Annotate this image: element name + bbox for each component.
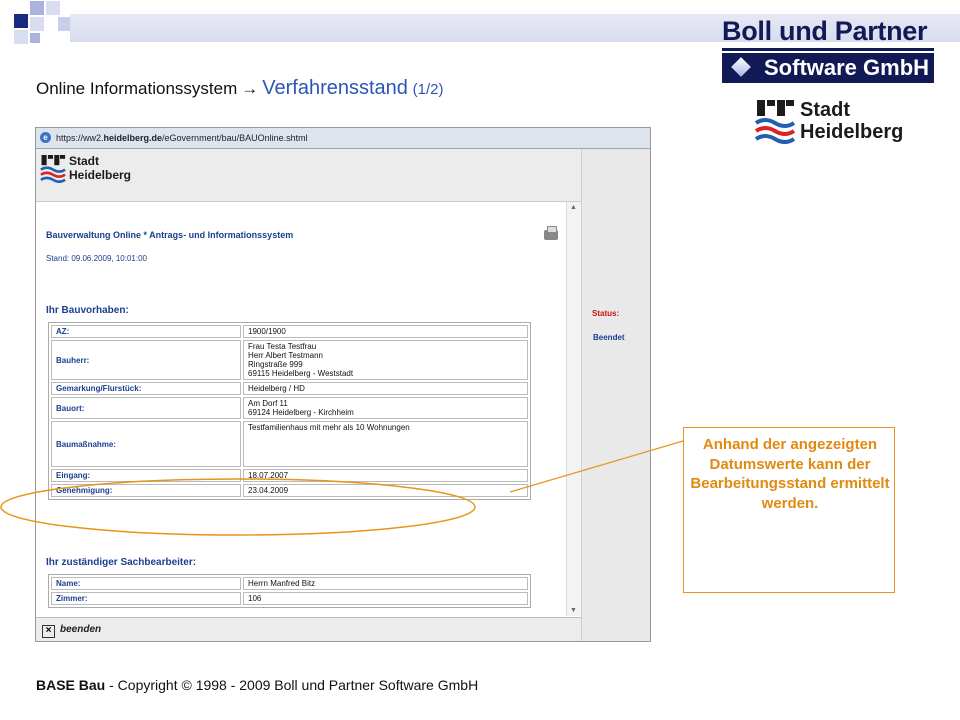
page-content: Bauverwaltung Online * Antrags- und Info… [36,202,566,616]
brand-rule [722,48,934,51]
table-row: Name: Herrn Manfred Bitz [51,577,528,590]
footer-rest: - Copyright © 1998 - 2009 Boll und Partn… [105,677,479,693]
slide-title: Online Informationssystem → Verfahrensstan… [36,77,443,100]
section-bauvorhaben: Ihr Bauvorhaben: [46,305,129,316]
brand-subbox: Software GmbH [722,53,934,83]
title-main: Online Informationssystem [36,79,238,98]
page-header: Stadt Heidelberg [36,149,581,202]
table-row: Baumaßnahme: Testfamilienhaus mit mehr al… [51,421,528,467]
city-emblem-icon [40,155,66,183]
close-button[interactable]: beenden [60,624,101,635]
decor-square-3 [46,1,60,15]
city-logo-line2: Heidelberg [800,121,904,143]
scrollbar[interactable]: ▲ ▼ [566,202,581,616]
page-logo-line1: Stadt [69,154,99,168]
row-value: Frau Testa Testfrau Herr Albert Testmann R… [243,340,528,380]
footer-product: BASE Bau [36,677,106,693]
title-sub: Verfahrensstand [262,77,408,99]
page-logo-line2: Heidelberg [69,168,132,182]
callout-box: Anhand der angezeigten Datumswerte kann … [683,427,895,593]
printer-icon[interactable] [544,226,558,240]
callout-text: Anhand der angezeigten Datumswerte kann … [690,436,890,512]
city-logo: Stadt Heidelberg [755,98,903,146]
table-row: Eingang: 18.07.2007 [51,469,528,482]
brand-name: Boll und Partner [722,16,928,46]
row-value: 1900/1900 [243,325,528,338]
row-label: AZ: [51,325,241,338]
row-label: Name: [51,577,241,590]
status-label: Status: [592,309,620,318]
row-label: Zimmer: [51,592,241,605]
row-value: Herrn Manfred Bitz [243,577,528,590]
title-page: (1/2) [412,81,444,98]
close-bar: × beenden [36,617,581,641]
row-label: Genehmigung: [51,484,241,497]
decor-square-6 [30,33,40,43]
row-value: Heidelberg / HD [243,382,528,395]
table-row: Genehmigung: 23.04.2009 [51,484,528,497]
city-logo-line1: Stadt [800,99,850,121]
url-text[interactable]: https://ww2.heidelberg.de/eGovernment/ba… [56,133,308,143]
table-row: Gemarkung/Flurstück: Heidelberg / HD [51,382,528,395]
close-icon[interactable]: × [42,625,55,638]
footer-copyright: BASE Bau - Copyright © 1998 - 2009 Boll … [36,677,478,693]
row-label: Baumaßnahme: [51,421,241,467]
city-emblem-icon [755,100,795,144]
diamond-icon [731,57,751,77]
row-value: Testfamilienhaus mit mehr als 10 Wohnung… [243,421,528,467]
table-row: Zimmer: 106 [51,592,528,605]
table-row: AZ: 1900/1900 [51,325,528,338]
scroll-up-icon[interactable]: ▲ [570,204,577,211]
decor-square-2 [30,1,44,15]
decor-square-1 [14,14,28,28]
address-bar[interactable]: e https://ww2.heidelberg.de/eGovernment/… [36,128,650,149]
status-value: Beendet [593,333,625,342]
browser-screenshot: e https://ww2.heidelberg.de/eGovernment/… [35,127,651,642]
decor-square-4 [30,17,44,31]
scroll-down-icon[interactable]: ▼ [570,607,577,614]
section-sachbearbeiter: Ihr zuständiger Sachbearbeiter: [46,557,197,568]
status-panel: Status: Beendet [581,149,650,641]
stand-text: Stand: 09.06.2009, 10:01:00 [46,254,147,263]
row-label: Bauort: [51,397,241,419]
brand-subname: Software GmbH [764,55,930,80]
row-value: 106 [243,592,528,605]
right-arrow-icon: → [241,79,259,98]
sachbearbeiter-table: Name: Herrn Manfred Bitz Zimmer: 106 [48,574,531,608]
row-label: Gemarkung/Flurstück: [51,382,241,395]
table-row: Bauort: Am Dorf 11 69124 Heidelberg - Kirc… [51,397,528,419]
decor-square-5 [14,30,28,44]
browser-icon: e [40,132,51,143]
row-label: Eingang: [51,469,241,482]
row-value: 18.07.2007 [243,469,528,482]
row-label: Bauherr: [51,340,241,380]
row-value: Am Dorf 11 69124 Heidelberg - Kirchheim [243,397,528,419]
row-value: 23.04.2009 [243,484,528,497]
bauvorhaben-table: AZ: 1900/1900 Bauherr: Frau Testa Testfrau H… [48,322,531,500]
page-title: Bauverwaltung Online * Antrags- und Info… [46,230,294,240]
table-row: Bauherr: Frau Testa Testfrau Herr Albert T… [51,340,528,380]
